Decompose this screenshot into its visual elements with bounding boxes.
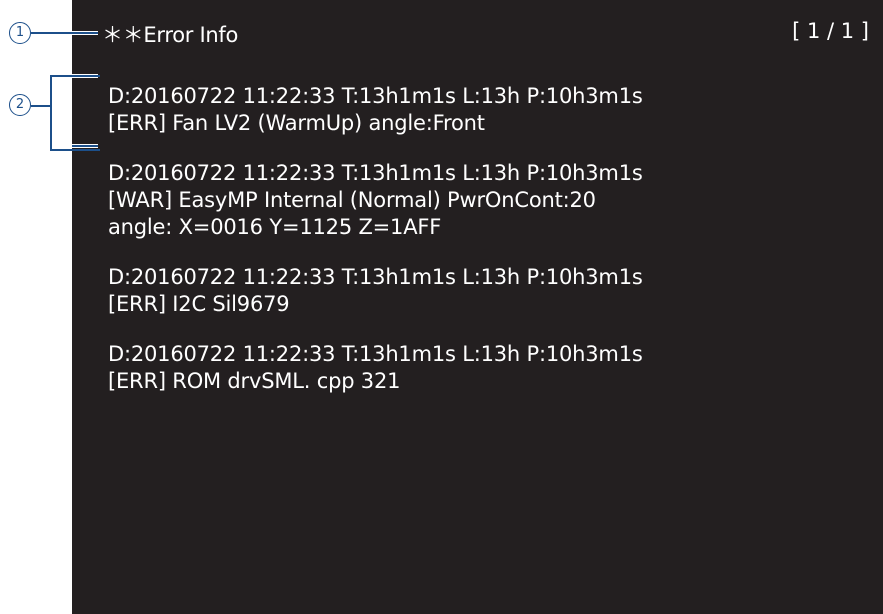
callout-1-marker: 1 [9,22,31,44]
screen-title: ＊＊Error Info [102,23,239,47]
callout-2-marker: 2 [9,94,31,116]
log-entry-message-line: [WAR] EasyMP Internal (Normal) PwrOnCont… [108,188,596,212]
log-entry-timestamp-line: D:20160722 11:22:33 T:13h1m1s L:13h P:10… [108,161,643,185]
log-entry-timestamp-line: D:20160722 11:22:33 T:13h1m1s L:13h P:10… [108,84,643,108]
log-entry-message-line: [ERR] ROM drvSML. cpp 321 [108,369,401,393]
log-entry-timestamp-line: D:20160722 11:22:33 T:13h1m1s L:13h P:10… [108,342,643,366]
log-entry: D:20160722 11:22:33 T:13h1m1s L:13h P:10… [108,341,643,395]
log-entry: D:20160722 11:22:33 T:13h1m1s L:13h P:10… [108,160,643,241]
callout-2-bracket [50,75,100,151]
callout-1-leader-tip [72,32,98,34]
error-log-list: D:20160722 11:22:33 T:13h1m1s L:13h P:10… [108,83,643,418]
callout-2-bracket-top-tip [72,75,98,77]
error-info-screen: ＊＊Error Info [ 1 / 1 ] D:20160722 11:22:… [72,0,883,614]
log-entry-message-line: [ERR] I2C Sil9679 [108,292,290,316]
log-entry-message-line: [ERR] Fan LV2 (WarmUp) angle:Front [108,111,485,135]
log-entry: D:20160722 11:22:33 T:13h1m1s L:13h P:10… [108,264,643,318]
log-entry: D:20160722 11:22:33 T:13h1m1s L:13h P:10… [108,83,643,137]
callout-2-leader-line [31,105,50,107]
log-entry-timestamp-line: D:20160722 11:22:33 T:13h1m1s L:13h P:10… [108,265,643,289]
callout-2-bracket-bottom-tip [72,145,98,147]
log-entry-detail-line: angle: X=0016 Y=1125 Z=1AFF [108,215,442,239]
page-indicator: [ 1 / 1 ] [792,19,869,43]
